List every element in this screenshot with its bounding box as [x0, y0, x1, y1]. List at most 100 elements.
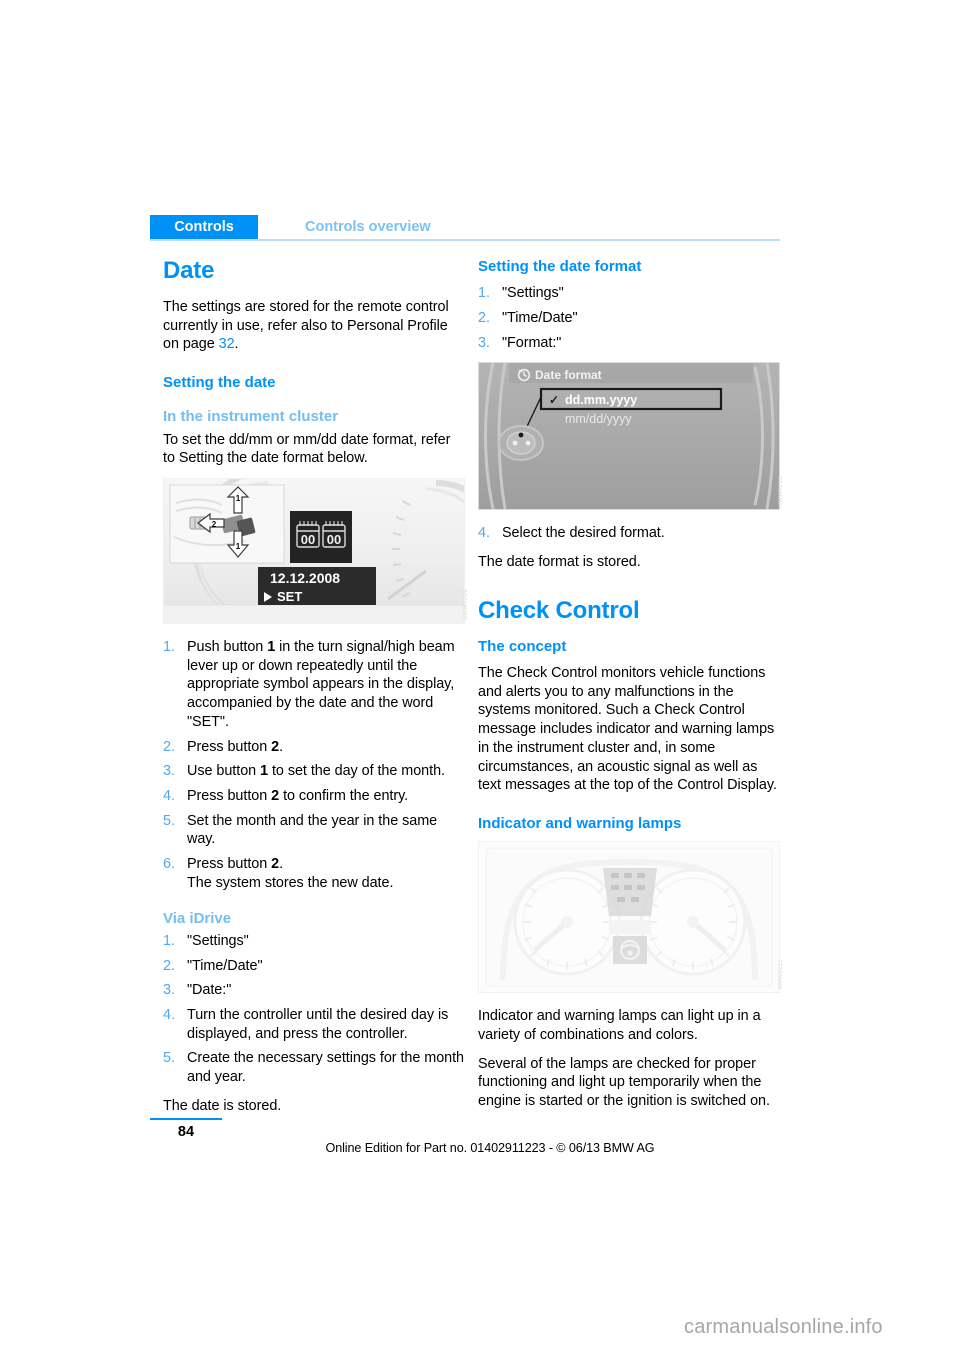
step-number: 3.	[478, 334, 490, 351]
list-item: 1. Push button 1 in the turn signal/high…	[163, 638, 465, 732]
step-text: Press button 2.	[187, 856, 284, 873]
list-item: 1. "Settings"	[163, 932, 465, 951]
step-number: 1.	[478, 285, 490, 302]
figure-image-cluster-date: 1 1 2 00 00 12.12.2008 SET	[163, 477, 465, 624]
page-reference-link[interactable]: 32	[219, 336, 235, 352]
step-number: 4.	[163, 1007, 175, 1023]
list-item: 5. Set the month and the year in the sam…	[163, 812, 465, 849]
running-header: Controls Controls overview	[150, 215, 780, 239]
menu-title: Date format	[535, 368, 602, 382]
section-title-check-control: Check Control	[478, 596, 640, 624]
step-number: 2.	[163, 957, 175, 974]
heading-setting-the-date-format: Setting the date format	[478, 258, 642, 275]
step-text: Press button 2 to confirm the entry.	[187, 788, 409, 804]
cluster-date-illustration: 1 1 2 00 00 12.12.2008 SET	[164, 478, 464, 623]
list-item: 3. Use button 1 to set the day of the mo…	[163, 762, 465, 781]
step-text: Create the necessary settings for the mo…	[187, 1050, 465, 1086]
display-date: 12.12.2008	[270, 570, 340, 586]
step-text: Turn the controller until the desired da…	[187, 1007, 449, 1042]
figure-code-cluster-lamps: BMW0211	[778, 958, 784, 990]
figure-instrument-cluster-lamps: BMW0211	[478, 841, 784, 994]
lamps-body-2: Several of the lamps are checked for pro…	[478, 1055, 770, 1110]
site-watermark: carmanualsonline.info	[684, 1316, 883, 1338]
option-mm-dd-yyyy[interactable]: mm/dd/yyyy	[565, 412, 632, 426]
steps-setting-date-cluster: 1. Push button 1 in the turn signal/high…	[163, 638, 465, 893]
intro-text-part-2: .	[234, 336, 239, 353]
figure-idrive-date-format: Date format ✓ dd.mm.yyyy mm/dd/yyyy BMW0…	[478, 362, 784, 511]
figure-code-idrive: BMW0210	[778, 475, 784, 507]
heading-via-idrive: Via iDrive	[163, 909, 232, 927]
step-number: 5.	[163, 812, 175, 829]
step-text: Select the desired format.	[502, 525, 665, 542]
intro-text-part-1: The settings are stored for the remote c…	[163, 298, 449, 353]
warning-lamp-icon	[613, 936, 647, 965]
option-dd-mm-yyyy[interactable]: dd.mm.yyyy	[565, 393, 637, 407]
page-title: Date	[163, 257, 215, 284]
figure-code-cluster-date: BMW0209	[463, 589, 469, 620]
step-number: 6.	[163, 856, 175, 873]
page-number: 84	[177, 1124, 195, 1140]
idrive-menu-illustration: Date format ✓ dd.mm.yyyy mm/dd/yyyy	[479, 363, 779, 510]
display-set-label: SET	[277, 589, 302, 604]
list-item: 3. "Date:"	[163, 981, 465, 1000]
list-item: 3. "Format:"	[478, 334, 780, 353]
steps-setting-date-idrive: 1. "Settings" 2. "Time/Date" 3. "Date:" …	[163, 932, 465, 1087]
idrive-controller-icon	[498, 425, 544, 462]
figure-image-cluster-lamps	[478, 841, 780, 994]
figure-image-idrive-menu: Date format ✓ dd.mm.yyyy mm/dd/yyyy	[478, 362, 780, 511]
cluster-lamps-illustration	[479, 842, 779, 993]
intro-paragraph: The settings are stored for the remote c…	[163, 298, 465, 354]
heading-indicator-warning-lamps: Indicator and warning lamps	[478, 815, 682, 832]
checkmark-icon: ✓	[549, 393, 559, 407]
date-format-stored-note: The date format is stored.	[478, 554, 641, 571]
display-digits-right: 00	[327, 532, 341, 547]
list-item: 4. Press button 2 to confirm the entry.	[163, 787, 465, 806]
heading-in-the-instrument-cluster: In the instrument cluster	[163, 408, 339, 426]
list-item: 6. Press button 2. The system stores the…	[163, 855, 465, 892]
list-item: 4. Turn the controller until the desired…	[163, 1006, 465, 1043]
footer-divider	[150, 1118, 222, 1120]
step-text: "Settings"	[187, 932, 249, 949]
step-text: "Settings"	[502, 285, 564, 302]
list-item: 1. "Settings"	[478, 284, 780, 303]
step-text: Push button 1 in the turn signal/high be…	[187, 638, 455, 730]
step-text: Press button 2.	[187, 738, 284, 755]
speedometer-dial	[513, 868, 621, 976]
steps-date-format-continued: 4. Select the desired format.	[478, 524, 780, 543]
step-text: "Time/Date"	[187, 957, 263, 974]
header-section-label: Controls overview	[305, 219, 431, 235]
left-column: Date The settings are stored for the rem…	[163, 257, 469, 1126]
heading-the-concept: The concept	[478, 637, 567, 655]
tachometer-dial	[639, 868, 747, 976]
right-column: Setting the date format 1. "Settings" 2.…	[478, 258, 784, 1121]
callout-1-down: 1	[236, 542, 241, 551]
list-item: 2. "Time/Date"	[163, 957, 465, 976]
step-number: 3.	[163, 982, 175, 999]
callout-2-press: 2	[212, 520, 217, 529]
step-number: 1.	[163, 932, 175, 949]
step-text: "Date:"	[187, 982, 232, 999]
step-number: 3.	[163, 763, 175, 780]
instrument-cluster-intro: To set the dd/mm or mm/dd date format, r…	[163, 431, 451, 467]
list-item: 2. Press button 2.	[163, 738, 465, 757]
step-text: "Format:"	[502, 334, 562, 351]
step-text: "Time/Date"	[502, 309, 578, 326]
heading-setting-the-date: Setting the date	[163, 374, 276, 392]
step-number: 4.	[163, 788, 175, 804]
step-number: 5.	[163, 1050, 175, 1067]
date-stored-note: The date is stored.	[163, 1097, 282, 1114]
step-text: Set the month and the year in the same w…	[187, 812, 438, 848]
step-text: Use button 1 to set the day of the month…	[187, 763, 445, 780]
figure-instrument-cluster-date: 1 1 2 00 00 12.12.2008 SET BMW0209	[163, 477, 469, 624]
step-number: 2.	[478, 309, 490, 326]
lamps-body-1: Indicator and warning lamps can light up…	[478, 1008, 761, 1043]
callout-1-up: 1	[236, 494, 241, 503]
list-item: 5. Create the necessary settings for the…	[163, 1049, 465, 1086]
list-item: 2. "Time/Date"	[478, 309, 780, 328]
display-digits-left: 00	[301, 532, 315, 547]
list-item: 4. Select the desired format.	[478, 524, 780, 543]
footer-edition-note: Online Edition for Part no. 01402911223 …	[325, 1141, 655, 1155]
step-number: 1.	[163, 638, 175, 655]
manual-page: Controls Controls overview Date The sett…	[0, 0, 960, 1358]
step-subtext: The system stores the new date.	[187, 874, 394, 891]
